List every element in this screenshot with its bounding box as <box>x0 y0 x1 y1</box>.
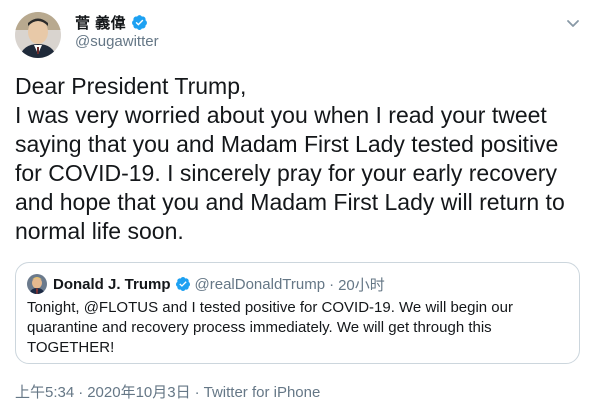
tweet-source[interactable]: Twitter for iPhone <box>204 384 321 401</box>
tweet-text: Dear President Trump, I was very worried… <box>15 73 565 244</box>
quoted-timestamp: 20小时 <box>338 276 385 294</box>
author-avatar[interactable] <box>15 12 61 58</box>
quoted-author-avatar <box>27 274 47 294</box>
quoted-handle: @realDonaldTrump <box>194 275 326 293</box>
separator-dot: · <box>194 384 200 401</box>
quoted-display-name: Donald J. Trump <box>53 275 171 293</box>
author-handle[interactable]: @sugawitter <box>75 33 159 50</box>
separator-dot: · <box>78 384 84 401</box>
tweet: 菅 義偉 @sugawitter Dear President Trump, I… <box>0 0 596 409</box>
chevron-down-icon[interactable] <box>564 14 582 32</box>
tweet-time[interactable]: 上午5:34 <box>15 384 74 401</box>
tweet-meta: 上午5:34 · 2020年10月3日 · Twitter for iPhone <box>15 381 320 402</box>
quoted-text: Tonight, @FLOTUS and I tested positive f… <box>27 299 513 356</box>
verified-badge-icon <box>131 14 148 31</box>
verified-badge-icon <box>175 276 191 292</box>
author-name-row[interactable]: 菅 義偉 <box>75 12 148 32</box>
separator-dot: · <box>329 275 335 293</box>
quoted-header: Donald J. Trump @realDonaldTrump · 20小时 <box>53 273 385 295</box>
tweet-date[interactable]: 2020年10月3日 <box>87 384 190 401</box>
quoted-tweet[interactable]: Donald J. Trump @realDonaldTrump · 20小时 … <box>15 262 580 364</box>
author-display-name[interactable]: 菅 義偉 <box>75 12 126 33</box>
